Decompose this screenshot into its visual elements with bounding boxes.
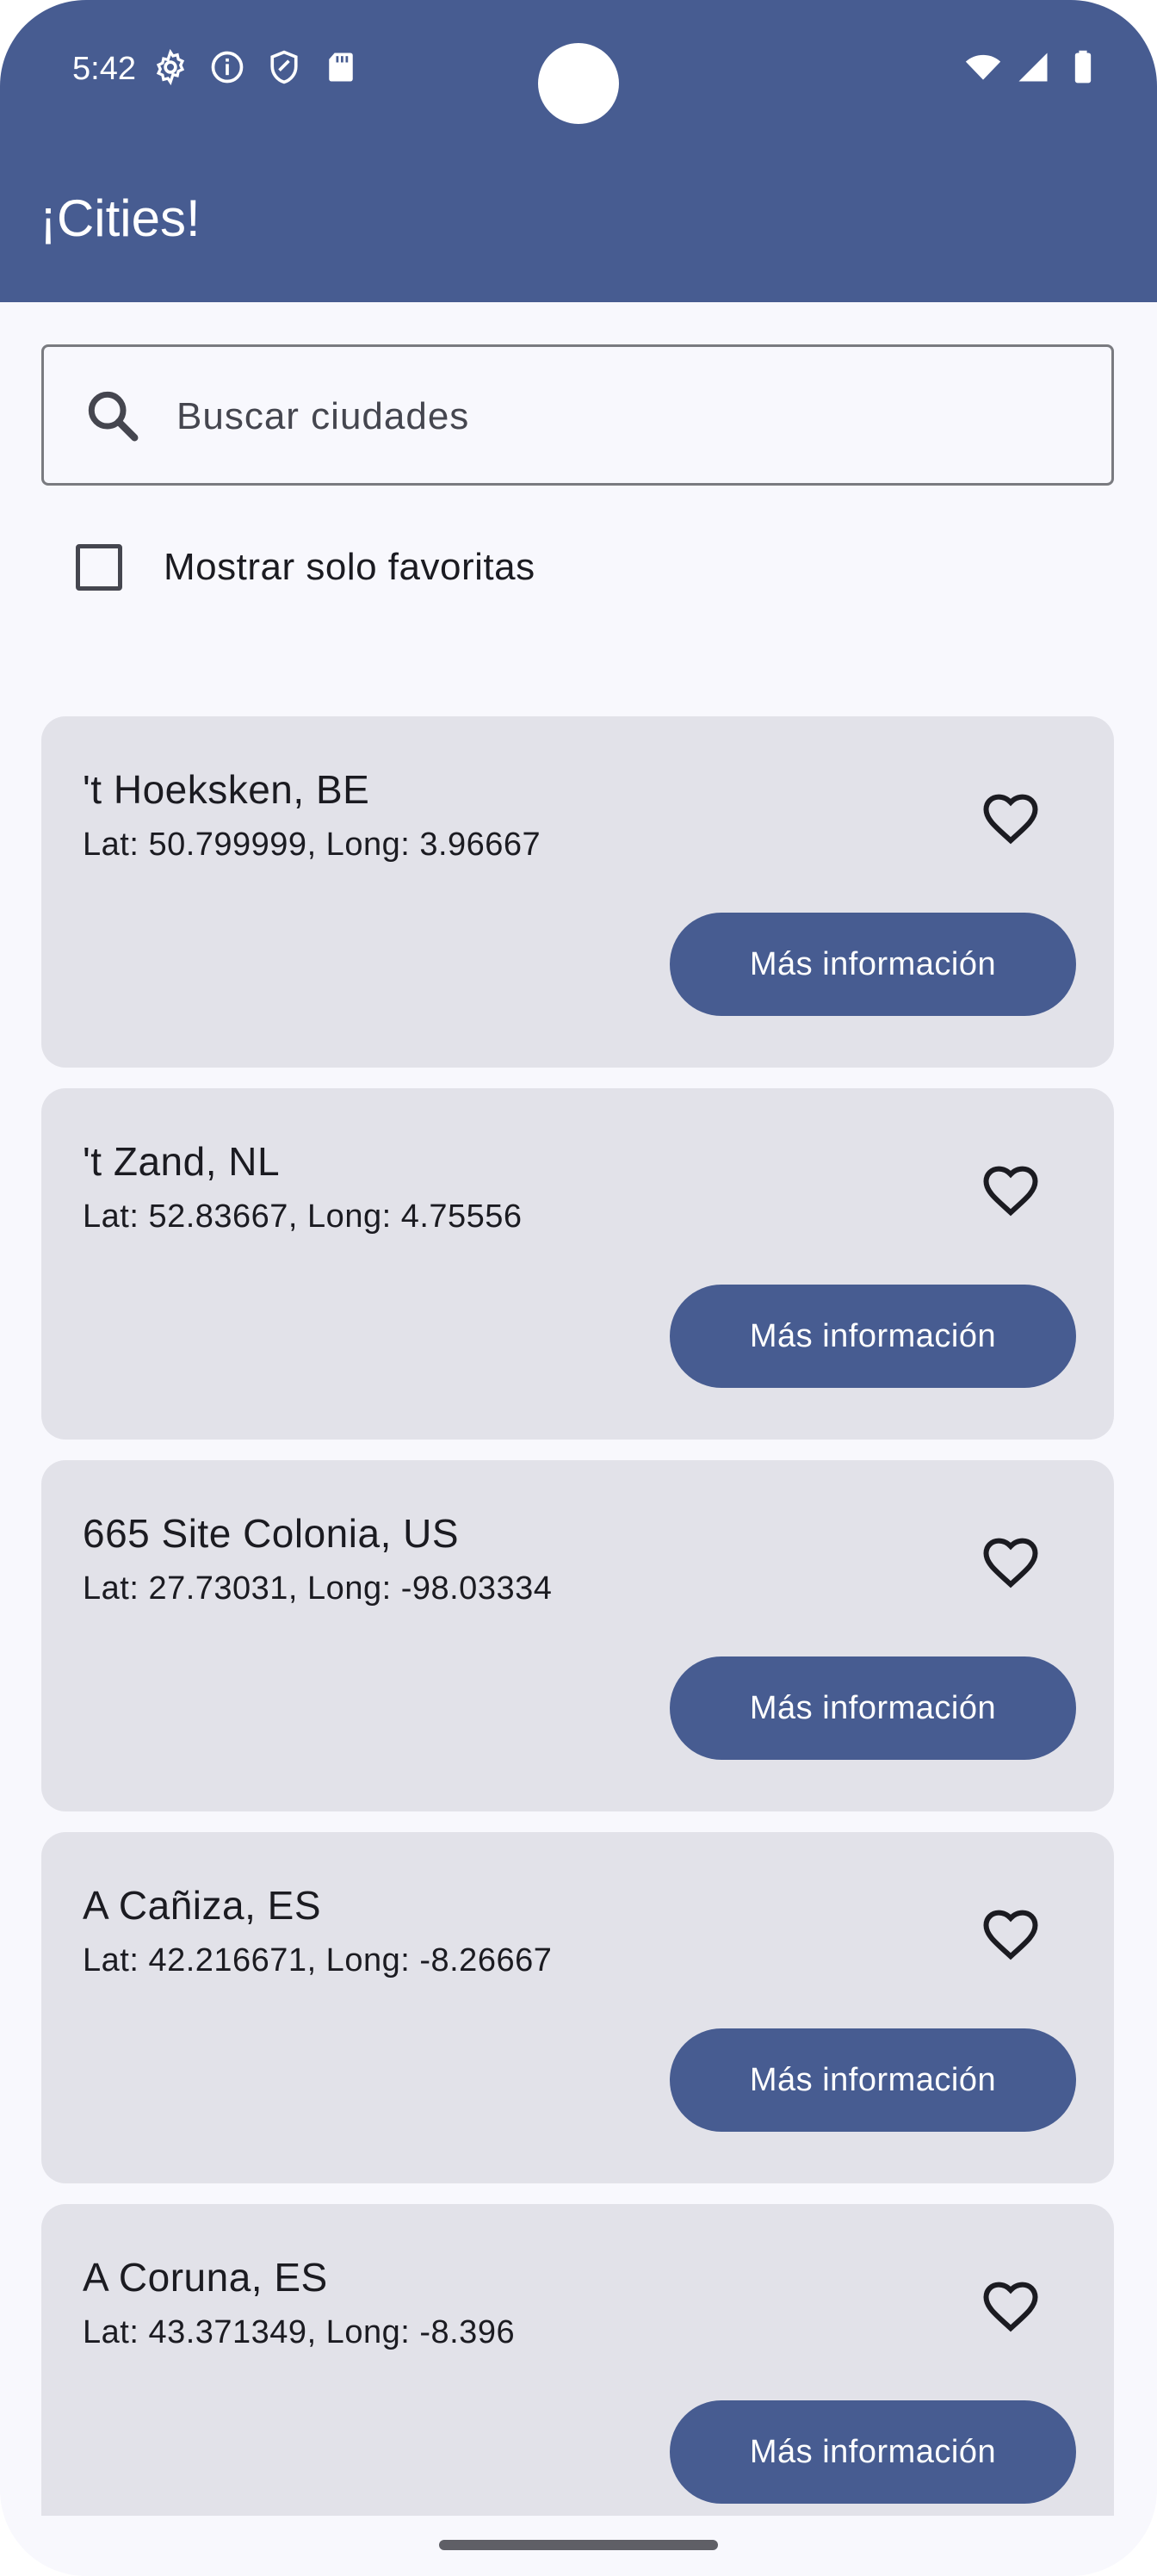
favorite-heart-icon[interactable] <box>978 1901 1043 1966</box>
status-time: 5:42 <box>72 51 136 87</box>
wifi-icon <box>964 48 1002 86</box>
more-info-button[interactable]: Más información <box>670 2028 1076 2132</box>
search-icon <box>88 391 139 442</box>
more-info-button[interactable]: Más información <box>670 2400 1076 2504</box>
more-info-button[interactable]: Más información <box>670 1656 1076 1760</box>
city-card: 't Zand, NL Lat: 52.83667, Long: 4.75556… <box>41 1088 1114 1440</box>
more-info-button[interactable]: Más información <box>670 1285 1076 1388</box>
top-app-bar: 5:42 ¡Cities! <box>0 0 1157 302</box>
phone-screen: 5:42 ¡Cities! Buscar ciudades Mostrar so… <box>0 0 1157 2576</box>
city-name: A Cañiza, ES <box>83 1883 322 1928</box>
city-card: 665 Site Colonia, US Lat: 27.73031, Long… <box>41 1460 1114 1811</box>
favorite-heart-icon[interactable] <box>978 785 1043 851</box>
city-name: A Coruna, ES <box>83 2255 328 2300</box>
city-coordinates: Lat: 27.73031, Long: -98.03334 <box>83 1570 553 1607</box>
more-info-button[interactable]: Más información <box>670 913 1076 1016</box>
signal-icon <box>1014 48 1052 86</box>
sd-card-icon <box>322 48 360 86</box>
favorite-heart-icon[interactable] <box>978 2273 1043 2338</box>
status-icons-left <box>152 48 360 86</box>
gesture-nav-handle[interactable] <box>439 2540 718 2550</box>
city-coordinates: Lat: 50.799999, Long: 3.96667 <box>83 827 541 863</box>
shield-icon <box>265 48 303 86</box>
favorite-heart-icon[interactable] <box>978 1529 1043 1595</box>
city-list[interactable]: 't Hoeksken, BE Lat: 50.799999, Long: 3.… <box>41 716 1114 2516</box>
city-card: 't Hoeksken, BE Lat: 50.799999, Long: 3.… <box>41 716 1114 1068</box>
search-input[interactable] <box>175 373 1073 461</box>
city-card: A Cañiza, ES Lat: 42.216671, Long: -8.26… <box>41 1832 1114 2183</box>
favorites-checkbox[interactable] <box>76 544 122 591</box>
city-coordinates: Lat: 52.83667, Long: 4.75556 <box>83 1198 523 1235</box>
city-coordinates: Lat: 43.371349, Long: -8.396 <box>83 2314 516 2350</box>
gear-icon <box>152 48 189 86</box>
status-icons-right <box>964 48 1102 86</box>
battery-icon <box>1064 48 1102 86</box>
search-field[interactable] <box>41 344 1114 486</box>
camera-cutout <box>538 43 619 124</box>
favorites-filter-label: Mostrar solo favoritas <box>164 546 535 588</box>
app-title: ¡Cities! <box>40 189 201 247</box>
city-name: 665 Site Colonia, US <box>83 1511 460 1556</box>
city-coordinates: Lat: 42.216671, Long: -8.26667 <box>83 1942 553 1978</box>
favorites-filter[interactable]: Mostrar solo favoritas <box>76 544 535 591</box>
city-name: 't Hoeksken, BE <box>83 767 370 812</box>
info-icon <box>208 48 246 86</box>
city-card: A Coruna, ES Lat: 43.371349, Long: -8.39… <box>41 2204 1114 2516</box>
favorite-heart-icon[interactable] <box>978 1157 1043 1223</box>
city-name: 't Zand, NL <box>83 1139 281 1184</box>
